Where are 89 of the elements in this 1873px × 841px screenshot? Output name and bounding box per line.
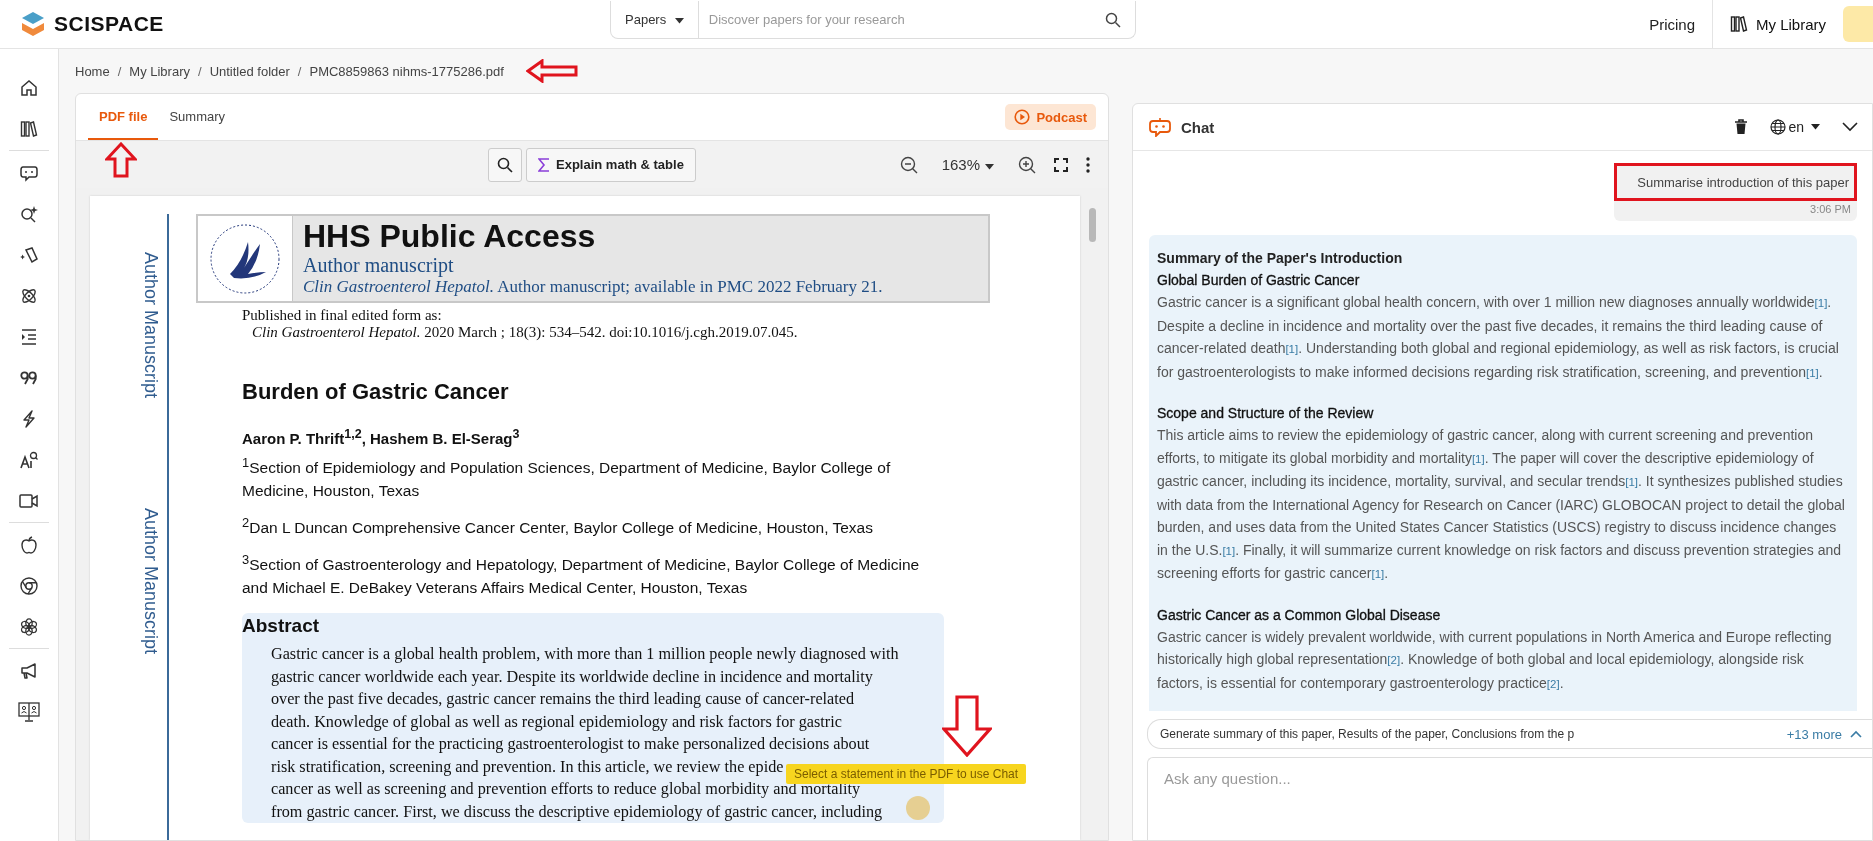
scope-dropdown[interactable]: Papers (611, 1, 699, 38)
browser-circle-icon[interactable] (20, 576, 38, 595)
breadcrumb-separator: / (117, 63, 122, 79)
suggestion-text[interactable]: Generate summary of this paper, Results of the paper, Conclusions from the p (1160, 727, 1575, 741)
chat-bot-icon (1149, 117, 1171, 137)
affiliation-text: $^{3}$Section of Gastroenterology and Hepatology, Department of Medicine, Baylor College of Medicine and Michael E. DeBakey Veterans Affairs Medical Center, Houston, Texas (242, 551, 921, 599)
sparkle-search-icon[interactable] (20, 204, 38, 223)
document-heading: HHS Public Access (303, 218, 597, 254)
more-suggestions-link[interactable]: +13 more (1786, 726, 1842, 742)
answer-paragraph: Gastric cancer is a significant global health concern, with over 1 million new diagnoses annually worldwide[1]. Despite a decline in incidence and mortality over the past five decades, it remains the third leading cause of cancer-related death[1]. Understanding both global and regional epidemiology, as well as risk factors, is crucial for gastroenterologists to make informed decisions regarding risk stratification, screening, and prevention[1]. (1157, 293, 1840, 382)
zoom-in-icon[interactable] (1018, 155, 1036, 174)
chat-title: Chat (1181, 118, 1215, 136)
author-list: Aaron P. Thrift$^{1,2}$, Hashem B. El-Serag$^{3}$ (242, 427, 996, 447)
section-heading: Gastric Cancer as a Common Global Disease (1157, 605, 1442, 625)
abstract-text-line: cancer is essential for the practicing gastroenterologist to make personalized decisions about (271, 734, 870, 756)
chat-bubble-icon[interactable] (20, 163, 38, 182)
ai-search-icon[interactable] (20, 450, 38, 469)
breadcrumb-separator: / (297, 63, 302, 79)
apple-icon[interactable] (21, 535, 37, 554)
globe-icon (1770, 119, 1787, 135)
abstract-text-line: from gastric cancer. First, we discuss the descriptive epidemiology of gastric cancer, including (271, 801, 883, 823)
chevron-up-icon[interactable] (1850, 730, 1862, 738)
breadcrumb-link[interactable]: PMC8859863 nihms-1775286.pdf (309, 63, 504, 79)
citation-text: Clin Gastroenterol Hepatol. 2020 March ; 18(3): 534–542. doi:10.1016/j.cgh.2019.07.045. (252, 324, 799, 341)
answer-paragraph: This article aims to review the epidemiology of gastric cancer, along with current screening and prevention efforts, to mitigate its global morbidity and mortality[1]. The paper will cover the descriptive epidemiology of gastric cancer, including its incidence, mortality, survival, and secular trends[1]. It synthesizes published studies with data from the International Agency for Research on Cancer (IARC) GLOBOCAN project to detail the global burden, and uses data from the United States Cancer Statistics (USCS) registry to discuss incidence changes in the U.S.[1]. Finally, it will summarize current knowledge on risk factors and discuss prevention strategies and screening efforts for gastric cancer[1]. (1157, 426, 1846, 583)
lightning-icon[interactable] (21, 409, 37, 428)
explain-math-button[interactable]: Explain math & table (526, 147, 696, 182)
affiliation-text: $^{1}$Section of Epidemiology and Population Sciences, Department of Medicine, Baylor College of Medicine, Houston, Texas (242, 454, 892, 502)
journal-line: Clin Gastroenterol Hepatol. Author manuscript; available in PMC 2022 February 21. (303, 277, 883, 297)
zoom-level-dropdown[interactable]: 163% (935, 156, 1000, 173)
citation-link[interactable]: [1] (1806, 366, 1819, 379)
home-icon[interactable] (20, 78, 38, 97)
fullscreen-icon[interactable] (1054, 157, 1068, 172)
language-dropdown[interactable]: en (1770, 119, 1820, 135)
pricing-link[interactable]: Pricing (1632, 0, 1713, 48)
sigma-icon (538, 157, 550, 172)
abstract-text-line: gastric cancer worldwide each year. Despite its worldwide decline in incidence and mortality (271, 666, 873, 688)
abstract-text-line: death. Knowledge of global as well as regional epidemiology and risk factors for gastric (271, 711, 842, 733)
section-heading: Scope and Structure of the Review (1157, 404, 1375, 423)
citation-link[interactable]: [1] (1625, 476, 1638, 488)
message-text: Summarise introduction of this paper (1637, 175, 1849, 190)
search-field[interactable]: Papers Discover papers for your research (610, 1, 1136, 39)
abstract-text-line: over the past five decades, gastric cancer remains the third leading cause of cancer-related (271, 689, 855, 711)
chevron-down-icon[interactable] (1842, 122, 1858, 132)
zoom-out-icon[interactable] (899, 155, 918, 174)
search-icon (497, 156, 513, 173)
video-camera-icon[interactable] (19, 492, 39, 509)
breadcrumb-link[interactable]: Home (75, 63, 110, 79)
citation-link[interactable]: [1] (1471, 452, 1485, 465)
my-library-link[interactable]: My Library (1713, 15, 1843, 33)
brand-name: SCISPACE (54, 12, 164, 36)
section-heading: Global Burden of Gastric Cancer (1157, 271, 1361, 290)
books-icon (1730, 15, 1748, 33)
question-input[interactable]: Ask any question... (1147, 757, 1872, 840)
breadcrumb-link[interactable]: My Library (129, 63, 190, 79)
answer-title: Summary of the Paper's Introduction (1157, 249, 1404, 268)
answer-paragraph: Gastric cancer is widely prevalent worldwide, with current populations in North America and Europe reflecting historically high global representation[2]. Knowledge of both global and local epidemiology, alongside risk factors, is essential for contemporary gastroenterology practice[2]. (1157, 627, 1833, 693)
search-icon[interactable] (1105, 11, 1121, 28)
search-button[interactable] (488, 147, 522, 182)
caret-icon (1811, 124, 1820, 130)
breadcrumb-separator: / (198, 63, 202, 79)
more-options-icon[interactable] (1086, 156, 1090, 173)
abstract-text-line: Gastric cancer is a global health problem, with more than 1 million people newly diagnosed with (271, 644, 899, 666)
caret-icon (985, 164, 994, 170)
quote-icon[interactable] (20, 370, 38, 385)
suggestion-bar[interactable]: Generate summary of this paper, Results of the paper, Conclusions from the p +13 more (1147, 719, 1872, 749)
cursor-highlight (906, 796, 930, 820)
affiliation-text: $^{2}$Dan L Duncan Comprehensive Cancer Center, Baylor College of Medicine, Houston, Texas (242, 514, 874, 539)
side-label: Author Manuscript (140, 508, 161, 655)
presentation-icon[interactable] (18, 701, 40, 722)
published-label: Published in final edited form as: (242, 307, 443, 324)
logo-icon (20, 11, 46, 37)
message-time: 3:06 PM (1810, 203, 1851, 215)
list-indent-icon[interactable] (20, 327, 38, 346)
side-label: Author Manuscript (140, 252, 161, 399)
citation-link[interactable]: [2] (1546, 677, 1560, 690)
document-subtitle: Author manuscript (303, 254, 455, 277)
breadcrumb-link[interactable]: Untitled folder (209, 63, 290, 79)
books-icon[interactable] (20, 119, 38, 138)
megaphone-icon[interactable] (20, 661, 38, 680)
play-icon (1014, 109, 1031, 125)
abstract-text-line: risk stratification, screening and prevention. In this article, we review the epide (271, 756, 784, 778)
paper-title: Burden of Gastric Cancer (242, 379, 510, 405)
tooltip: Select a statement in the PDF to use Chat (786, 764, 1027, 784)
caret-icon (674, 18, 684, 24)
atom-icon[interactable] (20, 286, 38, 305)
trash-icon[interactable] (1734, 119, 1749, 135)
abstract-heading: Abstract (242, 615, 321, 638)
tab[interactable]: Summary (158, 94, 237, 140)
